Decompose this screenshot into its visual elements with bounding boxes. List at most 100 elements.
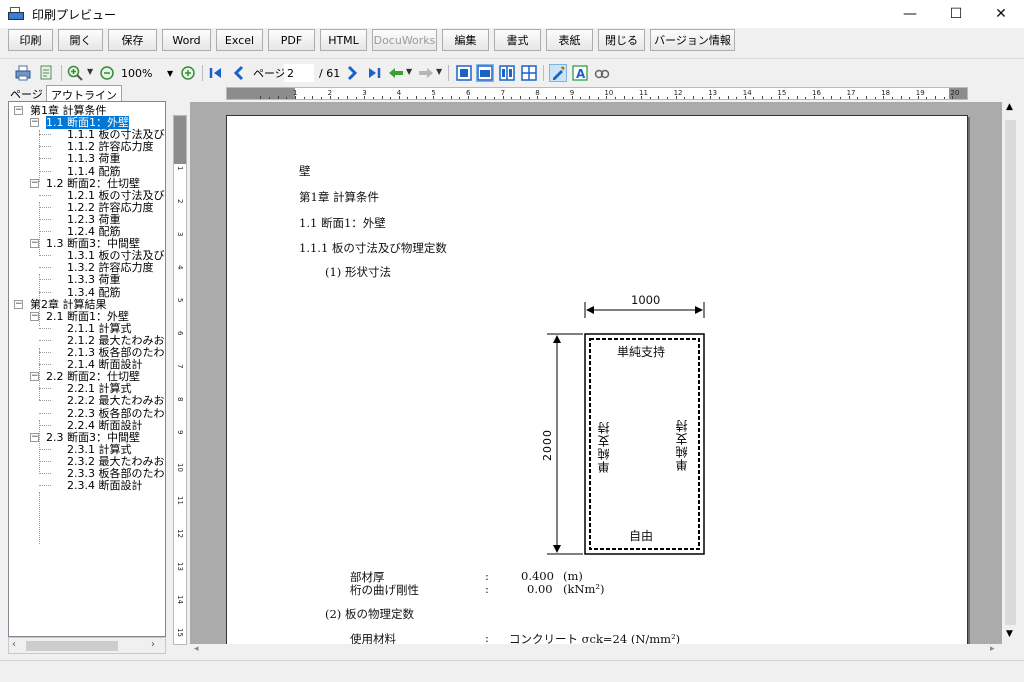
- pdf-button[interactable]: PDF: [268, 29, 315, 51]
- vertical-ruler: 12345678910111213141516: [173, 115, 187, 645]
- tree-leaf-item[interactable]: 1.1.3 荷重: [67, 152, 121, 165]
- scroll-up-icon[interactable]: ▲: [1006, 102, 1013, 112]
- collapse-icon[interactable]: −: [30, 432, 39, 442]
- ruler-label: 13: [708, 89, 718, 97]
- tree-leaf-item[interactable]: 1.3.4 配筋: [67, 286, 121, 299]
- excel-button[interactable]: Excel: [216, 29, 263, 51]
- ruler-tick: [450, 96, 452, 99]
- tab-page[interactable]: ページ: [6, 85, 47, 101]
- ruler-label: 3: [176, 232, 184, 237]
- zoom-in-icon[interactable]: [67, 65, 83, 81]
- tree-leaf-item[interactable]: 2.2.4 断面設計: [67, 419, 143, 432]
- zoom-fit-icon[interactable]: [180, 65, 196, 81]
- tree-leaf-item[interactable]: 2.1.2 最大たわみおよ: [67, 334, 165, 347]
- print-button[interactable]: 印刷: [8, 29, 53, 51]
- zoom-dropdown-icon[interactable]: ▼: [87, 67, 93, 76]
- zoom-value: 100%: [121, 66, 153, 80]
- tree-connector: [39, 492, 40, 544]
- tree-connector: [39, 170, 51, 172]
- multi-page-view-icon[interactable]: [521, 65, 537, 81]
- scroll-left-icon[interactable]: ‹: [12, 639, 16, 650]
- docuworks-button[interactable]: DocuWorks: [372, 29, 437, 51]
- preview-area[interactable]: 壁 第1章 計算条件 1.1 断面1：外壁 1.1.1 板の寸法及び物理定数 (…: [190, 102, 1002, 644]
- tree-item-label: 1.3.3 荷重: [67, 273, 121, 287]
- zoom-select[interactable]: 100% ▼: [121, 64, 177, 82]
- page-setup-icon[interactable]: [38, 65, 54, 81]
- tree-section-item[interactable]: 1.2 断面2：仕切壁: [46, 177, 140, 190]
- tree-leaf-item[interactable]: 2.2.3 板各部のたわみ: [67, 407, 165, 420]
- tree-section-item[interactable]: 2.3 断面3：中間壁: [46, 431, 140, 444]
- tree-leaf-item[interactable]: 1.2.1 板の寸法及び物: [67, 189, 165, 202]
- collapse-icon[interactable]: −: [14, 106, 23, 115]
- edit-button[interactable]: 編集: [442, 29, 489, 51]
- tree-leaf-item[interactable]: 1.2.2 許容応力度: [67, 201, 154, 214]
- collapse-icon[interactable]: −: [30, 239, 39, 249]
- scroll-right-icon[interactable]: ▸: [990, 644, 995, 654]
- last-page-icon[interactable]: [366, 65, 382, 81]
- ruler-tick: [580, 97, 582, 99]
- ruler-tick: [416, 96, 418, 99]
- toolbar-separator: [61, 65, 62, 81]
- collapse-icon[interactable]: −: [30, 372, 39, 382]
- page-number-input[interactable]: 2: [284, 64, 314, 82]
- tree-leaf-item[interactable]: 2.3.2 最大たわみおよ: [67, 455, 165, 468]
- tree-leaf-item[interactable]: 2.2.2 最大たわみおよ: [67, 394, 165, 407]
- word-button[interactable]: Word: [162, 29, 211, 51]
- material-value: コンクリート σck=24 (N/mm²): [509, 632, 681, 644]
- forward-dropdown-icon[interactable]: ▼: [436, 67, 442, 76]
- collapse-icon[interactable]: −: [14, 299, 23, 309]
- tree-item-label: 2.3 断面3：中間壁: [46, 430, 140, 444]
- close-preview-button[interactable]: 閉じる: [598, 29, 645, 51]
- back-arrow-icon[interactable]: [388, 65, 404, 81]
- back-dropdown-icon[interactable]: ▼: [406, 67, 412, 76]
- forward-arrow-icon[interactable]: [418, 65, 434, 81]
- single-page-view-icon[interactable]: [456, 65, 472, 81]
- version-info-button[interactable]: バージョン情報: [650, 29, 735, 51]
- ruler-tick: [519, 96, 521, 99]
- print-icon[interactable]: [15, 65, 31, 81]
- tree-leaf-item[interactable]: 2.3.1 計算式: [67, 443, 132, 456]
- format-button[interactable]: 書式: [494, 29, 541, 51]
- tree-leaf-item[interactable]: 1.2.3 荷重: [67, 213, 121, 226]
- collapse-icon[interactable]: −: [30, 118, 39, 128]
- tab-outline[interactable]: アウトライン: [46, 85, 122, 102]
- open-button[interactable]: 開く: [58, 29, 103, 51]
- save-button[interactable]: 保存: [108, 29, 157, 51]
- next-page-icon[interactable]: [344, 65, 360, 81]
- previous-page-icon[interactable]: [231, 65, 247, 81]
- tree-leaf-item[interactable]: 1.3.3 荷重: [67, 273, 121, 286]
- tree-leaf-item[interactable]: 2.3.4 断面設計: [67, 479, 143, 492]
- ruler-label: 12: [673, 89, 683, 97]
- text-select-icon[interactable]: A: [572, 65, 588, 81]
- chevron-down-icon: ▼: [167, 68, 174, 78]
- tree-horizontal-scrollbar[interactable]: ‹ ›: [8, 637, 166, 654]
- zoom-out-icon[interactable]: [99, 65, 115, 81]
- minimize-button[interactable]: —: [887, 0, 933, 28]
- cover-button[interactable]: 表紙: [546, 29, 593, 51]
- scroll-right-icon[interactable]: ›: [151, 639, 155, 650]
- collapse-icon[interactable]: −: [30, 311, 39, 321]
- two-page-view-icon[interactable]: [499, 65, 515, 81]
- collapse-icon[interactable]: −: [30, 178, 39, 188]
- scroll-thumb[interactable]: [1005, 120, 1016, 625]
- preview-horizontal-scrollbar[interactable]: ◂ ▸: [190, 644, 1002, 657]
- page-total: / 61: [319, 66, 341, 80]
- tree-connector: [39, 400, 51, 402]
- find-icon[interactable]: [594, 65, 610, 81]
- tree-chapter-item[interactable]: 第2章 計算結果: [30, 298, 107, 311]
- hand-tool-icon[interactable]: [549, 64, 567, 82]
- tree-leaf-item[interactable]: 2.1.1 計算式: [67, 322, 132, 335]
- tree-leaf-item[interactable]: 1.1.4 配筋: [67, 165, 121, 178]
- tree-item-label: 1.1.4 配筋: [67, 164, 121, 178]
- close-button[interactable]: ✕: [978, 0, 1024, 28]
- preview-vertical-scrollbar[interactable]: ▲ ▼: [1002, 102, 1019, 644]
- ruler-tick: [727, 96, 729, 99]
- scroll-thumb[interactable]: [26, 641, 118, 651]
- html-button[interactable]: HTML: [320, 29, 367, 51]
- page-width-view-icon[interactable]: [476, 64, 494, 82]
- first-page-icon[interactable]: [208, 65, 224, 81]
- scroll-down-icon[interactable]: ▼: [1006, 629, 1013, 639]
- maximize-button[interactable]: ☐: [933, 0, 979, 28]
- tree-section-item[interactable]: 2.1 断面1：外壁: [46, 310, 129, 323]
- scroll-left-icon[interactable]: ◂: [194, 644, 199, 654]
